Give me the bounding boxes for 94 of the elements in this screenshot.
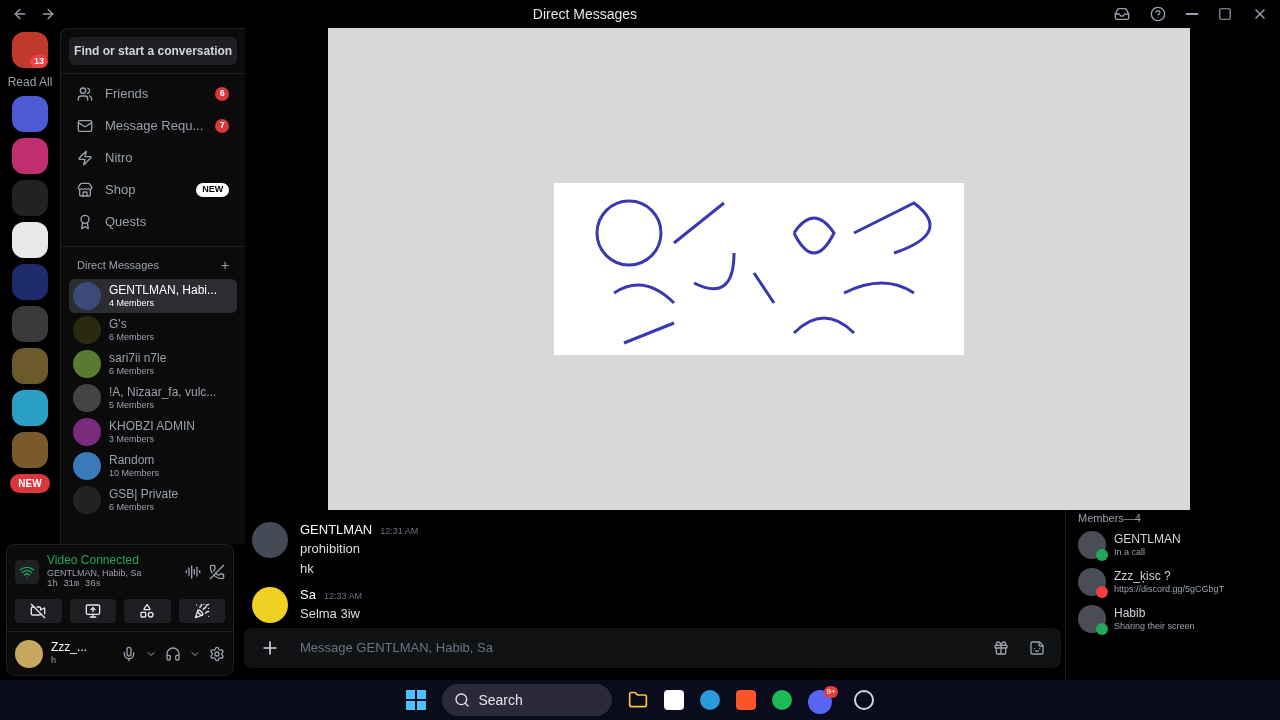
headphones-icon xyxy=(165,645,181,662)
gift-icon xyxy=(993,640,1009,656)
count-badge: 6 xyxy=(215,87,230,101)
recorder-icon[interactable] xyxy=(853,690,874,710)
signal-icon xyxy=(15,559,39,584)
dm-name: G's xyxy=(109,316,128,332)
member-count: 6 Members xyxy=(109,365,155,378)
add-dm-button[interactable]: + xyxy=(221,255,230,275)
dm-name: !A, Nizaar_fa, vulc... xyxy=(109,384,217,400)
nav-icon xyxy=(77,182,93,198)
search-icon xyxy=(454,692,471,708)
search-field[interactable]: Find or start a conversation xyxy=(69,37,238,65)
member-count: 6 Members xyxy=(109,501,155,514)
nav-icon xyxy=(77,214,93,230)
folder-icon xyxy=(628,690,649,710)
dm-item[interactable]: !A, Nizaar_fa, vulc... 5 Members xyxy=(69,381,238,415)
dm-name: Random xyxy=(109,452,156,468)
user-avatar xyxy=(15,639,43,668)
member-count: 10 Members xyxy=(109,467,160,480)
dm-item[interactable]: GENTLMAN, Habi... 4 Members xyxy=(69,279,238,313)
author-name[interactable]: Sa xyxy=(300,587,316,603)
chat-app-icon[interactable] xyxy=(808,690,833,714)
new-badge: NEW xyxy=(10,474,50,493)
member-count: 3 Members xyxy=(109,433,155,446)
nav-item[interactable]: Friends 6 xyxy=(69,78,238,110)
timestamp: 12:31 AM xyxy=(380,525,419,538)
notification-badge: 9+ xyxy=(824,686,838,698)
message-text: prohibition xyxy=(300,540,361,558)
call-control-button[interactable] xyxy=(124,598,171,623)
settings-icon xyxy=(209,645,225,662)
member-item[interactable]: Zzz_ķisc ? https://discord.gg/5gCGbgT xyxy=(1078,563,1280,601)
help-icon xyxy=(1150,6,1166,22)
soundboard-icon xyxy=(193,602,210,619)
message-text: hk xyxy=(300,560,315,578)
member-count: 5 Members xyxy=(109,399,155,412)
user-status: h xyxy=(51,655,57,667)
nav-item[interactable]: Message Requ... 7 xyxy=(69,110,238,142)
window-title: Direct Messages xyxy=(532,5,638,24)
dm-name: GSB| Private xyxy=(109,486,179,502)
back-icon xyxy=(12,6,28,22)
voice-channel: GENTLMAN, Habib, Sa xyxy=(47,568,143,579)
author-name[interactable]: GENTLMAN xyxy=(300,522,373,538)
dm-item[interactable]: G's 6 Members xyxy=(69,313,238,347)
taskbar-search[interactable]: Search xyxy=(442,684,613,716)
member-count: 6 Members xyxy=(109,331,154,344)
sticker-icon xyxy=(1029,640,1045,656)
server-icon[interactable]: 13 xyxy=(12,32,48,68)
member-item[interactable]: Habib Sharing their screen xyxy=(1078,600,1280,638)
dm-item[interactable]: GSB| Private 6 Members xyxy=(69,483,238,517)
read-all-link[interactable]: Read All xyxy=(7,74,53,90)
mention-badge: 13 xyxy=(30,54,48,68)
activities-icon xyxy=(139,602,156,619)
soundwave-icon xyxy=(185,563,201,580)
dm-item[interactable]: KHOBZI ADMIN 3 Members xyxy=(69,415,238,449)
maximize-icon xyxy=(1218,7,1232,21)
dm-name: GENTLMAN, Habi... xyxy=(109,282,218,298)
call-duration: 1h 31m 36s xyxy=(47,579,102,591)
timestamp: 12:33 AM xyxy=(323,590,362,603)
member-count: 4 Members xyxy=(109,297,155,310)
member-item[interactable]: GENTLMAN In a call xyxy=(1078,526,1280,564)
call-control-button[interactable] xyxy=(178,598,225,623)
dm-item[interactable]: sari7ii n7le 6 Members xyxy=(69,347,238,381)
nav-item[interactable]: Quests xyxy=(69,206,238,238)
voice-status: Video Connected xyxy=(47,553,140,568)
member-avatar xyxy=(1078,605,1106,633)
section-heading: Direct Messages xyxy=(77,257,159,273)
nav-item[interactable]: Shop NEW xyxy=(69,174,238,206)
username: Zzz_... xyxy=(51,640,88,656)
call-control-button[interactable] xyxy=(15,598,62,623)
dm-name: KHOBZI ADMIN xyxy=(109,418,195,434)
server-icon[interactable] xyxy=(12,390,48,426)
inbox-icon xyxy=(1114,6,1130,22)
count-badge: 7 xyxy=(215,119,230,133)
server-icon[interactable] xyxy=(12,222,48,258)
nav-icon xyxy=(77,118,93,134)
new-badge: NEW xyxy=(196,183,230,197)
nav-icon xyxy=(77,86,93,102)
dm-name: sari7ii n7le xyxy=(109,350,167,366)
forward-icon xyxy=(40,6,56,22)
screen-share-icon xyxy=(84,602,101,619)
microphone-icon xyxy=(121,645,137,662)
members-heading: Members—4 xyxy=(1078,511,1142,526)
nav-item[interactable]: Nitro xyxy=(69,142,238,174)
nav-icon xyxy=(77,150,93,166)
start-icon[interactable] xyxy=(406,690,427,710)
message-text: Selma 3iw xyxy=(300,605,361,623)
disconnect-icon xyxy=(209,563,225,580)
message-composer[interactable]: Message GENTLMAN, Habib, Sa xyxy=(244,628,1061,668)
camera-off-icon xyxy=(30,602,47,619)
dm-item[interactable]: Random 10 Members xyxy=(69,449,238,483)
member-avatar xyxy=(1078,531,1106,559)
call-control-button[interactable] xyxy=(69,598,116,623)
message-input[interactable]: Message GENTLMAN, Habib, Sa xyxy=(300,638,973,658)
member-avatar xyxy=(1078,568,1106,596)
